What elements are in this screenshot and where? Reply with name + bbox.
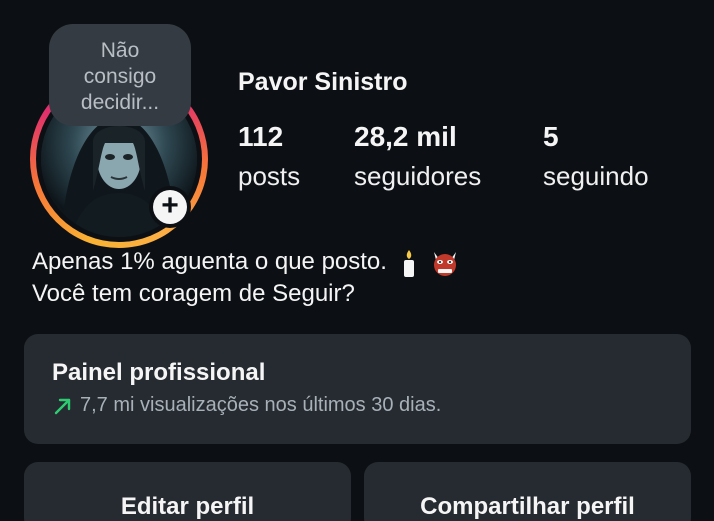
following-label: seguindo <box>543 161 649 191</box>
dashboard-title: Painel profissional <box>52 359 266 386</box>
note-line: decidir... <box>80 91 160 114</box>
professional-dashboard[interactable]: Painel profissional 7,7 mi visualizações… <box>24 334 691 444</box>
followers-stat[interactable]: 28,2 mil seguidores <box>354 120 481 198</box>
edit-profile-button[interactable]: Editar perfil <box>24 462 351 521</box>
following-count: 5 <box>543 121 559 152</box>
candle-emoji-icon <box>403 249 414 277</box>
share-profile-button[interactable]: Compartilhar perfil <box>364 462 691 521</box>
posts-label: posts <box>238 161 301 191</box>
bio: Apenas 1% aguenta o que posto. Você tem … <box>32 246 460 310</box>
bio-line-2: Você tem coragem de Seguir? <box>32 280 355 307</box>
trending-up-icon <box>54 398 71 414</box>
dashboard-subtitle: 7,7 mi visualizações nos últimos 30 dias… <box>52 394 691 417</box>
profile-page: + Não consigo decidir... Pavor Sinistro … <box>0 0 714 521</box>
dashboard-views-text: 7,7 mi visualizações nos últimos 30 dias… <box>80 394 442 416</box>
followers-count: 28,2 mil <box>354 121 457 152</box>
followers-label: seguidores <box>354 161 482 191</box>
posts-stat[interactable]: 112 posts <box>238 120 300 198</box>
note-bubble[interactable]: Não consigo decidir... <box>49 24 191 126</box>
profile-name: Pavor Sinistro <box>238 68 408 96</box>
following-stat[interactable]: 5 seguindo <box>543 120 649 198</box>
note-line: Não <box>100 39 140 62</box>
add-story-button[interactable]: + <box>149 186 191 228</box>
note-line: consigo <box>83 65 157 88</box>
posts-count: 112 <box>238 121 284 152</box>
ogre-emoji-icon <box>434 251 457 276</box>
bio-text-1: Apenas 1% aguenta o que posto. <box>32 248 387 275</box>
bio-line-1: Apenas 1% aguenta o que posto. <box>32 246 460 278</box>
plus-icon: + <box>153 190 187 224</box>
